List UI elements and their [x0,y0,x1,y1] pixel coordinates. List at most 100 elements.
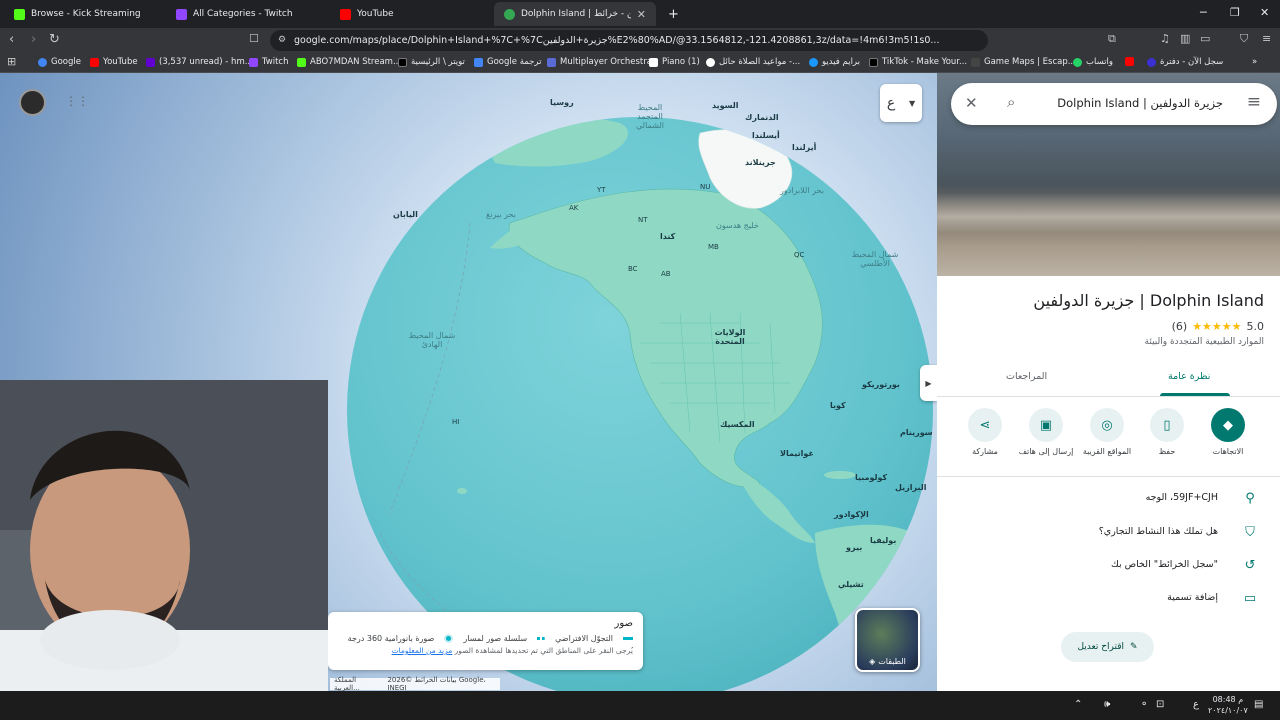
mic-icon[interactable]: ⚬ [1140,699,1148,710]
apps-icon[interactable]: ⊞ [7,55,16,68]
back-icon[interactable]: ‹ [9,32,14,47]
map-label[interactable]: بوليفيا [870,536,896,545]
save-button[interactable]: ▯ حفظ [1138,408,1196,456]
minimize-icon[interactable]: ─ [1200,6,1207,19]
bookmark-item[interactable]: واتساب [1073,57,1113,67]
map-label[interactable]: MB [708,243,719,251]
tab-kick[interactable]: Browse - Kick Streaming [4,2,164,26]
bookmark-item[interactable]: برايم فيديو [809,57,860,67]
map-label[interactable]: الإكوادور [834,510,869,519]
language-indicator[interactable]: ع [1193,699,1199,710]
map-label[interactable]: غواتيمالا [780,449,814,458]
bookmark-item[interactable]: TikTok - Make Your... [869,57,967,67]
map-label[interactable]: بحر بيرنغ [486,210,516,219]
maps-history-row[interactable]: ↺ "سجل الخرائط" الخاص بك [937,556,1280,578]
place-category[interactable]: الموارد الطبيعية المتجددة والبيئة [1145,337,1264,347]
map-label[interactable]: بحر اللابرادور [780,186,824,195]
nearby-button[interactable]: ◎ المواقع القريبة [1078,408,1136,456]
map-label[interactable]: YT [597,186,606,194]
map-label[interactable]: السويد [712,101,739,110]
map-label[interactable]: QC [794,251,804,259]
map-label[interactable]: AK [569,204,578,212]
map-label[interactable]: خليج هدسون [716,221,759,230]
address-bar[interactable]: ⚙ google.com/maps/place/Dolphin+Island+%… [270,30,988,51]
map-label[interactable]: سورينام [900,428,933,437]
bookmark-item[interactable]: ABO7MDAN Stream... [297,57,401,67]
extension-icon[interactable]: ⧉ [1108,32,1116,46]
map-label[interactable]: شمال المحيط الأطلسي [850,250,900,268]
bookmark-item[interactable]: Multiplayer Orchestra [547,57,652,67]
language-button[interactable]: ع ▼ [880,84,922,122]
menu-icon[interactable]: ≡ [1262,32,1271,45]
bookmark-item[interactable]: Twitch [249,57,289,67]
map-label[interactable]: NT [638,216,648,224]
map-label[interactable]: جرينلاند [745,158,776,167]
bookmark-item[interactable]: Google ترجمة [474,57,541,67]
map-label[interactable]: الولايات المتحدة [710,328,750,346]
map-label[interactable]: تشيلي [838,580,864,589]
map-label[interactable]: شمال المحيط الهادئ [404,331,460,349]
chevron-up-icon[interactable]: ⌃ [1074,699,1082,710]
claim-business-row[interactable]: ⛉ هل تملك هذا النشاط التجاري؟ [937,523,1280,545]
shield-icon[interactable]: ⛉ [1240,32,1248,46]
bookmark-item[interactable]: (3,537 unread) - hm... [146,57,253,67]
map-label[interactable]: اليابان [393,210,418,219]
map-label[interactable]: كوبا [830,401,846,410]
media-icon[interactable]: ♫ [1160,32,1170,45]
bookmark-page-icon[interactable]: ☐ [249,32,259,45]
map-label[interactable]: الدنمارك [745,113,779,122]
collapse-panel-button[interactable]: ▶ [920,365,937,401]
map-label[interactable]: HI [452,418,459,426]
volume-icon[interactable]: 🕪 [1104,699,1110,710]
bookmark-item[interactable]: YouTube [90,57,138,67]
send-to-phone-button[interactable]: ▣ إرسال إلى هاتف [1017,408,1075,456]
close-window-icon[interactable]: ✕ [1260,6,1269,19]
bookmark-item[interactable]: Game Maps | Escap... [971,57,1076,67]
bookmark-item[interactable]: مواعيد الصلاة حائل -... [706,57,800,67]
tab-google-maps[interactable]: Dolphin Island | جزيرة الدولفين - خرائط … [494,2,656,26]
review-count[interactable]: (6) [1172,320,1188,333]
close-tab-icon[interactable]: ✕ [637,8,646,21]
apps-grid-icon[interactable]: ⋮⋮ [65,94,89,110]
bookmark-item[interactable]: Google [38,57,81,67]
map-label[interactable]: AB [661,270,671,278]
notifications-icon[interactable]: ▤ [1254,699,1263,710]
tab-twitch[interactable]: All Categories - Twitch [166,2,326,26]
search-box[interactable]: ✕ ⌕ Dolphin Island | جزيرة الدولفين ≡ [951,83,1277,125]
map-label[interactable]: البرازيل [895,483,926,492]
map-label[interactable]: BC [628,265,638,273]
sidebar-icon[interactable]: ▥ [1180,32,1190,45]
search-input[interactable]: Dolphin Island | جزيرة الدولفين [1057,96,1223,110]
new-tab-button[interactable]: + [658,2,682,26]
close-icon[interactable]: ✕ [965,94,978,112]
bookmark-item[interactable]: Piano (1) [649,57,700,67]
hamburger-menu-icon[interactable]: ≡ [1247,92,1261,112]
bookmark-item[interactable] [1125,57,1134,66]
bookmark-item[interactable]: تويتر \ الرئيسية [398,57,465,67]
clock[interactable]: 08:48 م ٢٠٢٤/١٠/٠٧ [1208,694,1248,716]
legend-more-link[interactable]: مزيد من المعلومات [392,646,453,655]
rating-row[interactable]: (6) ★★★★★ 5.0 [1172,320,1264,333]
tab-overview[interactable]: نظرة عامة [1168,371,1210,382]
share-button[interactable]: ⋖ مشاركة [956,408,1014,456]
directions-button[interactable]: ◆ الاتجاهات [1199,408,1257,456]
network-icon[interactable]: ⊡ [1156,699,1164,710]
forward-icon[interactable]: › [31,32,36,47]
suggest-edit-button[interactable]: اقتراح تعديل ✎ [1061,632,1154,662]
tab-youtube[interactable]: YouTube [330,2,490,26]
map-label[interactable]: أيسلندا [752,131,780,140]
map-label[interactable]: كندا [660,232,675,241]
map-label[interactable]: المحيط المتجمد الشمالي [630,103,670,130]
plus-code-row[interactable]: ⚲ 59JF+CJH، الوجه [937,489,1280,511]
map-label[interactable]: بيرو [846,543,862,552]
reload-icon[interactable]: ↻ [49,32,60,47]
tab-reviews[interactable]: المراجعات [1006,371,1047,382]
map-label[interactable]: المكسيك [720,420,755,429]
map-label[interactable]: روسيا [550,98,574,107]
account-avatar[interactable] [19,89,46,116]
map-attribution[interactable]: بيانات الخرائط ©2026 Google، INEGI [387,676,496,691]
bookmark-item[interactable]: سجل الآن - دفترة [1147,57,1223,67]
layers-button[interactable]: ◈ الطبقات [855,608,920,672]
restore-icon[interactable]: ❐ [1230,6,1240,19]
map-label[interactable]: أيرلندا [792,143,816,152]
